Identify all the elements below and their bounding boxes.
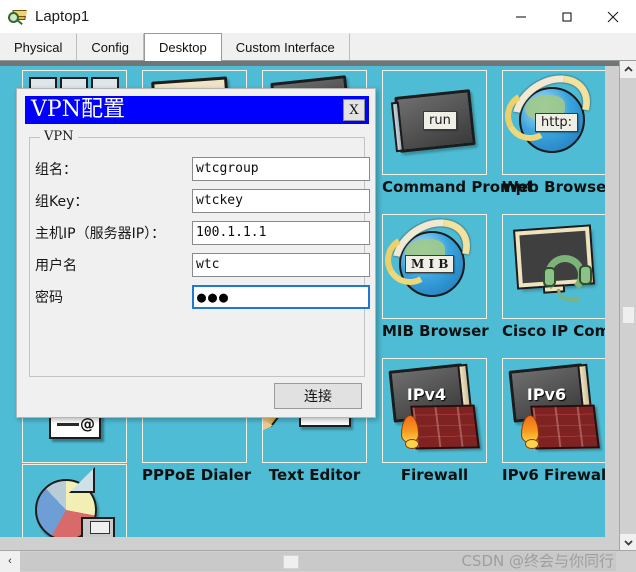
window-title-bar: Laptop1 (0, 0, 636, 33)
scroll-up-button[interactable] (620, 61, 636, 78)
tab-desktop-label: Desktop (159, 40, 207, 55)
field-row-group-key: 组Key： (35, 189, 88, 213)
horizontal-scrollbar-thumb[interactable] (283, 555, 299, 569)
maximize-button[interactable] (544, 0, 590, 33)
chevron-left-icon: ‹ (8, 555, 12, 567)
firewall-icon: IPv4 (382, 358, 487, 463)
traffic-generator-icon (22, 464, 127, 537)
vertical-scrollbar-thumb[interactable] (622, 306, 635, 324)
tab-custom-interface-label: Custom Interface (235, 39, 335, 55)
field-row-group-name: 组名： (35, 157, 77, 181)
packet-tracer-icon (8, 7, 28, 27)
field-row-host-ip: 主机IP（服务器IP）： (35, 221, 165, 245)
desktop-icon-label: PPPoE Dialer (142, 466, 252, 484)
horizontal-scrollbar-track[interactable] (20, 552, 616, 571)
desktop-icon-label: IPv6 Firewall (502, 466, 605, 484)
web-browser-icon: http: (502, 70, 605, 175)
desktop-icon-cisco-ip-communicator[interactable]: Cisco IP Communicator (502, 214, 605, 341)
desktop-left-edge (0, 66, 14, 537)
group-name-label: 组名： (35, 162, 77, 178)
tab-config-label: Config (91, 39, 129, 55)
desktop-icon-label: MIB Browser (382, 322, 489, 340)
desktop-icon-mib-browser[interactable]: M I B MIB Browser (382, 214, 489, 341)
ipv6-firewall-version-tag: IPv6 (526, 385, 567, 404)
desktop-icon-label: Cisco IP Communicator (502, 322, 605, 340)
mib-browser-tag: M I B (405, 255, 455, 273)
tab-bar: Physical Config Desktop Custom Interface (0, 33, 636, 61)
desktop-icon-label: Firewall (400, 466, 469, 484)
password-input[interactable]: ●●● (192, 285, 370, 309)
desktop-icon-label: Web Browser (502, 178, 605, 196)
group-key-input[interactable]: wtckey (192, 189, 370, 213)
desktop-icon-command-prompt[interactable]: run Command Prompt (382, 70, 534, 197)
desktop-icon-ipv6-firewall[interactable]: IPv6 IPv6 Firewall (502, 358, 605, 485)
desktop-icon-firewall[interactable]: IPv4 Firewall (382, 358, 487, 485)
vpn-connect-button[interactable]: 连接 (274, 383, 362, 409)
vpn-configuration-dialog: VPN配置 X VPN 组名： wtcgroup 组Key： wtckey 主机… (16, 88, 376, 418)
password-label: 密码 (35, 290, 63, 306)
desktop-icon-web-browser[interactable]: http: Web Browser (502, 70, 605, 197)
vertical-scrollbar[interactable] (619, 61, 636, 551)
field-row-password: 密码 (35, 285, 63, 309)
scroll-down-button[interactable] (620, 534, 636, 551)
vpn-dialog-title-bar[interactable]: VPN配置 X (25, 96, 369, 124)
tab-custom-interface[interactable]: Custom Interface (221, 33, 350, 60)
firewall-version-tag: IPv4 (406, 385, 447, 404)
window-title: Laptop1 (35, 8, 90, 25)
tab-physical[interactable]: Physical (0, 33, 78, 60)
scroll-left-button[interactable]: ‹ (0, 551, 20, 572)
desktop-icon-label: Command Prompt (382, 178, 534, 196)
minimize-button[interactable] (498, 0, 544, 33)
close-button[interactable] (590, 0, 636, 33)
window-controls (498, 0, 636, 33)
laptop-config-window: Laptop1 Physical Config Desktop Custom I… (0, 0, 636, 572)
tab-desktop[interactable]: Desktop (144, 33, 222, 61)
command-prompt-tag: run (423, 111, 457, 130)
username-input[interactable]: wtc (192, 253, 370, 277)
vpn-fieldset-legend: VPN (40, 129, 78, 144)
tab-config[interactable]: Config (77, 33, 144, 60)
username-label: 用户名 (35, 258, 77, 274)
web-browser-tag: http: (535, 113, 579, 132)
mib-browser-icon: M I B (382, 214, 487, 319)
vpn-dialog-title: VPN配置 (31, 97, 125, 122)
desktop-icon-label: Text Editor (268, 466, 361, 484)
cisco-ip-communicator-icon (502, 214, 605, 319)
host-ip-label: 主机IP（服务器IP）： (35, 226, 166, 242)
group-name-input[interactable]: wtcgroup (192, 157, 370, 181)
ipv6-firewall-icon: IPv6 (502, 358, 605, 463)
host-ip-input[interactable]: 100.1.1.1 (192, 221, 370, 245)
field-row-username: 用户名 (35, 253, 77, 277)
horizontal-scrollbar[interactable]: ‹ (0, 550, 636, 572)
tab-physical-label: Physical (14, 39, 63, 55)
command-prompt-icon: run (382, 70, 487, 175)
group-key-label: 组Key： (35, 194, 89, 210)
desktop-icon-traffic-generator[interactable] (22, 464, 127, 537)
vpn-dialog-close-button[interactable]: X (343, 99, 365, 121)
close-icon: X (349, 102, 359, 118)
